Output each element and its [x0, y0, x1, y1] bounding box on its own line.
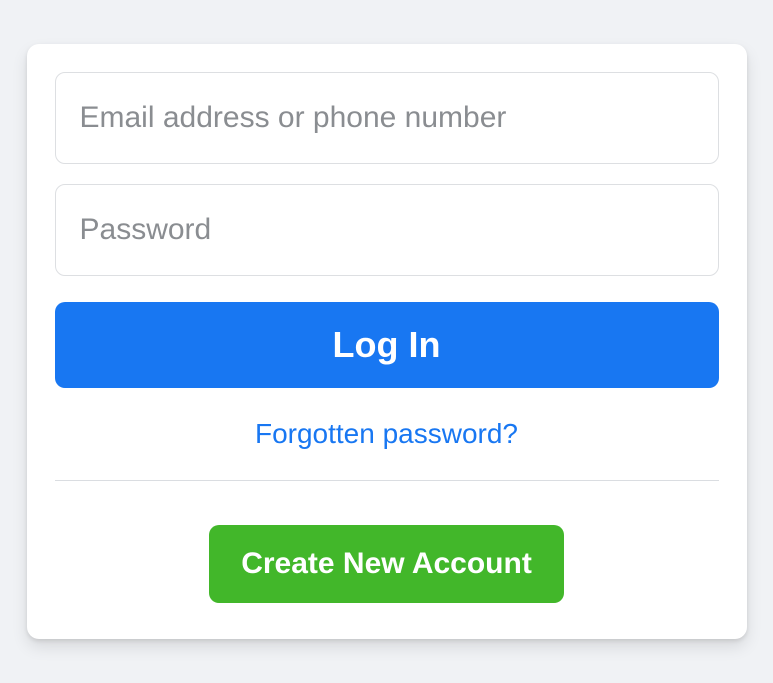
create-account-button[interactable]: Create New Account [209, 525, 564, 603]
login-card: Log In Forgotten password? Create New Ac… [27, 44, 747, 639]
password-field[interactable] [55, 184, 719, 276]
forgot-password-link[interactable]: Forgotten password? [55, 418, 719, 450]
login-button[interactable]: Log In [55, 302, 719, 388]
divider [55, 480, 719, 481]
email-field[interactable] [55, 72, 719, 164]
create-button-wrap: Create New Account [55, 525, 719, 603]
